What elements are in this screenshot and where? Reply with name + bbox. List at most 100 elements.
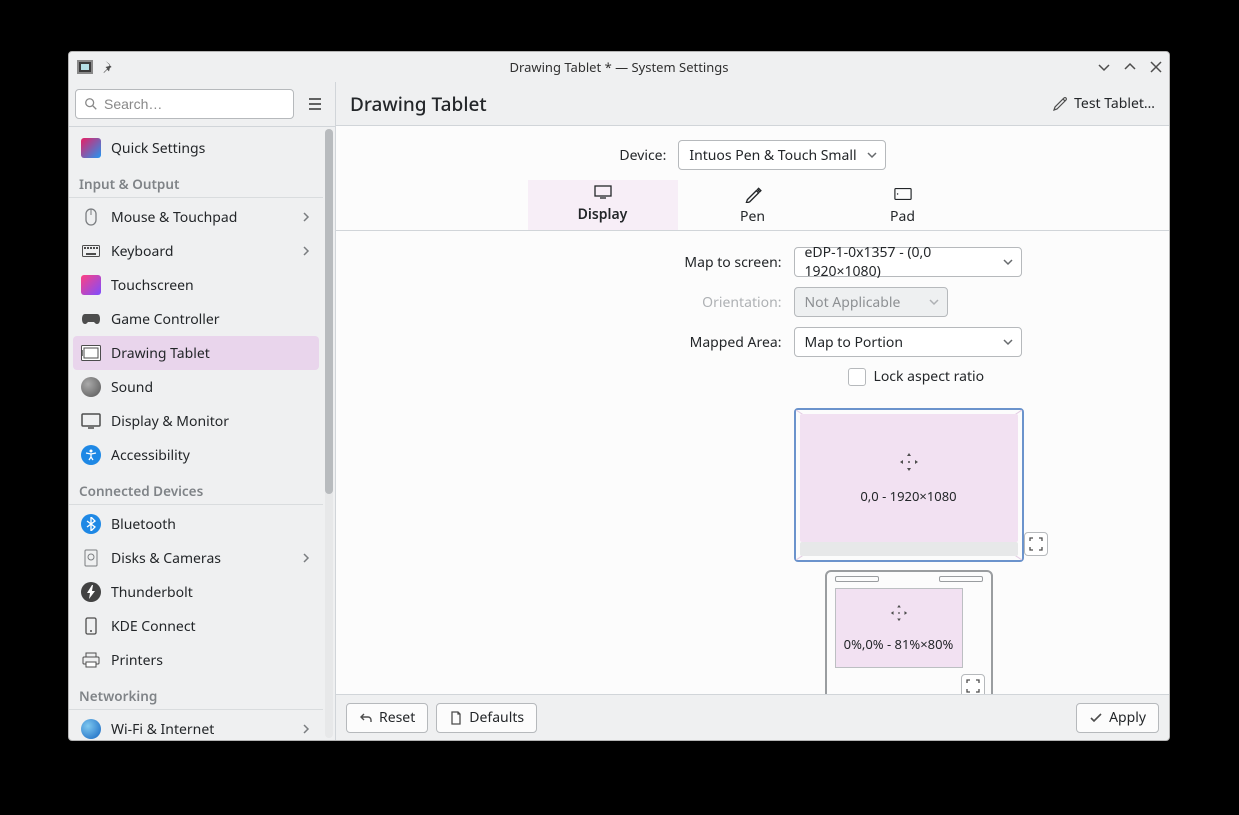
sidebar-item-label: Touchscreen	[111, 276, 194, 295]
fit-icon	[966, 679, 980, 693]
screen-mapping-fit-button[interactable]	[1024, 532, 1048, 556]
mouse-icon	[81, 207, 101, 227]
app-icon	[77, 59, 93, 75]
undo-icon	[359, 711, 373, 725]
sidebar-item-label: Display & Monitor	[111, 412, 229, 431]
close-button[interactable]	[1149, 60, 1163, 74]
window-title: Drawing Tablet * — System Settings	[69, 58, 1169, 76]
tab-bar: Display Pen Pad	[336, 180, 1169, 231]
sidebar-item-touchscreen[interactable]: Touchscreen	[73, 268, 319, 302]
sidebar-item-bluetooth[interactable]: Bluetooth	[73, 507, 319, 541]
sidebar-item-label: Thunderbolt	[111, 583, 193, 602]
map-to-screen-label: Map to screen:	[684, 253, 781, 272]
sidebar-item-keyboard[interactable]: Keyboard	[73, 234, 319, 268]
chevron-right-icon	[301, 212, 311, 222]
sidebar-item-printers[interactable]: Printers	[73, 643, 319, 677]
accessibility-icon	[81, 445, 101, 465]
sidebar-item-mouse-touchpad[interactable]: Mouse & Touchpad	[73, 200, 319, 234]
chevron-right-icon	[301, 724, 311, 734]
tablet-mapping-text: 0%,0% - 81%×80%	[844, 635, 954, 653]
chevron-right-icon	[301, 246, 311, 256]
test-tablet-button[interactable]: Test Tablet…	[1052, 94, 1155, 113]
section-header-io: Input & Output	[69, 165, 323, 198]
search-input[interactable]	[75, 89, 294, 119]
disks-icon	[81, 548, 101, 568]
hamburger-menu[interactable]	[300, 89, 329, 119]
tab-pad[interactable]: Pad	[828, 180, 978, 230]
minimize-button[interactable]	[1097, 60, 1111, 74]
pencil-icon	[1052, 96, 1068, 112]
sidebar-item-drawing-tablet[interactable]: Drawing Tablet	[73, 336, 319, 370]
tablet-mapping-area[interactable]: 0%,0% - 81%×80%	[825, 570, 993, 694]
sound-icon	[81, 377, 101, 397]
touchscreen-icon	[81, 275, 101, 295]
sidebar-item-label: Sound	[111, 378, 153, 397]
screen-mapping-text: 0,0 - 1920×1080	[860, 487, 956, 505]
tab-display[interactable]: Display	[528, 180, 678, 230]
pen-tab-icon	[744, 185, 762, 203]
chevron-down-icon	[929, 297, 939, 307]
sidebar-item-kde-connect[interactable]: KDE Connect	[73, 609, 319, 643]
bluetooth-icon	[81, 514, 101, 534]
lock-aspect-checkbox[interactable]	[848, 368, 866, 386]
move-icon	[898, 451, 920, 473]
kde-connect-icon	[81, 616, 101, 636]
sidebar-item-label: Mouse & Touchpad	[111, 208, 237, 227]
chevron-down-icon	[867, 150, 877, 160]
main-panel: Drawing Tablet Test Tablet… Device: Intu…	[336, 82, 1169, 740]
search-icon	[84, 97, 98, 111]
titlebar: Drawing Tablet * — System Settings	[69, 52, 1169, 82]
pin-icon[interactable]	[101, 59, 117, 75]
sidebar-item-label: Bluetooth	[111, 515, 176, 534]
tab-pen[interactable]: Pen	[678, 180, 828, 230]
move-icon	[889, 603, 909, 623]
sidebar-item-disks-cameras[interactable]: Disks & Cameras	[73, 541, 319, 575]
device-select[interactable]: Intuos Pen & Touch Small	[678, 140, 885, 170]
mapped-area-select[interactable]: Map to Portion	[794, 327, 1022, 357]
sidebar-item-label: Drawing Tablet	[111, 344, 210, 363]
reset-button[interactable]: Reset	[346, 703, 428, 733]
lock-aspect-label: Lock aspect ratio	[874, 367, 985, 386]
mapped-area-label: Mapped Area:	[690, 333, 782, 352]
sidebar-item-thunderbolt[interactable]: Thunderbolt	[73, 575, 319, 609]
sidebar-item-game-controller[interactable]: Game Controller	[73, 302, 319, 336]
screen-mapping-area[interactable]: 0,0 - 1920×1080	[794, 408, 1024, 562]
display-icon	[81, 411, 101, 431]
sidebar-item-display-monitor[interactable]: Display & Monitor	[73, 404, 319, 438]
map-to-screen-select[interactable]: eDP-1-0x1357 - (0,0 1920×1080)	[794, 247, 1022, 277]
page-title: Drawing Tablet	[350, 91, 487, 117]
thunderbolt-icon	[81, 582, 101, 602]
fit-icon	[1029, 537, 1043, 551]
keyboard-icon	[81, 241, 101, 261]
sidebar-item-label: Accessibility	[111, 446, 190, 465]
tablet-mapping-fit-button[interactable]	[961, 674, 985, 694]
maximize-button[interactable]	[1123, 60, 1137, 74]
defaults-button[interactable]: Defaults	[436, 703, 537, 733]
sidebar-item-label: Keyboard	[111, 242, 173, 261]
settings-window: Drawing Tablet * — System Settings	[68, 51, 1170, 741]
orientation-select: Not Applicable	[794, 287, 948, 317]
sidebar-item-label: Quick Settings	[111, 139, 205, 158]
sidebar-item-quick-settings[interactable]: Quick Settings	[73, 131, 319, 165]
pad-tab-icon	[894, 185, 912, 203]
check-icon	[1089, 711, 1103, 725]
sidebar-item-sound[interactable]: Sound	[73, 370, 319, 404]
sidebar-item-wifi-internet[interactable]: Wi-Fi & Internet	[73, 712, 319, 740]
display-tab-icon	[594, 183, 612, 201]
sidebar: Quick Settings Input & Output Mouse & To…	[69, 82, 336, 740]
sidebar-item-label: Wi-Fi & Internet	[111, 720, 214, 739]
chevron-down-icon	[1003, 257, 1013, 267]
device-label: Device:	[619, 146, 666, 165]
chevron-right-icon	[301, 553, 311, 563]
section-header-connected: Connected Devices	[69, 472, 323, 505]
apply-button[interactable]: Apply	[1076, 703, 1159, 733]
document-icon	[449, 711, 463, 725]
sidebar-item-label: KDE Connect	[111, 617, 196, 636]
footer: Reset Defaults Apply	[336, 694, 1169, 740]
sidebar-item-accessibility[interactable]: Accessibility	[73, 438, 319, 472]
sidebar-scrollbar[interactable]	[325, 129, 333, 738]
sidebar-item-label: Printers	[111, 651, 163, 670]
globe-icon	[81, 719, 101, 739]
drawing-tablet-icon	[81, 343, 101, 363]
quick-settings-icon	[81, 138, 101, 158]
